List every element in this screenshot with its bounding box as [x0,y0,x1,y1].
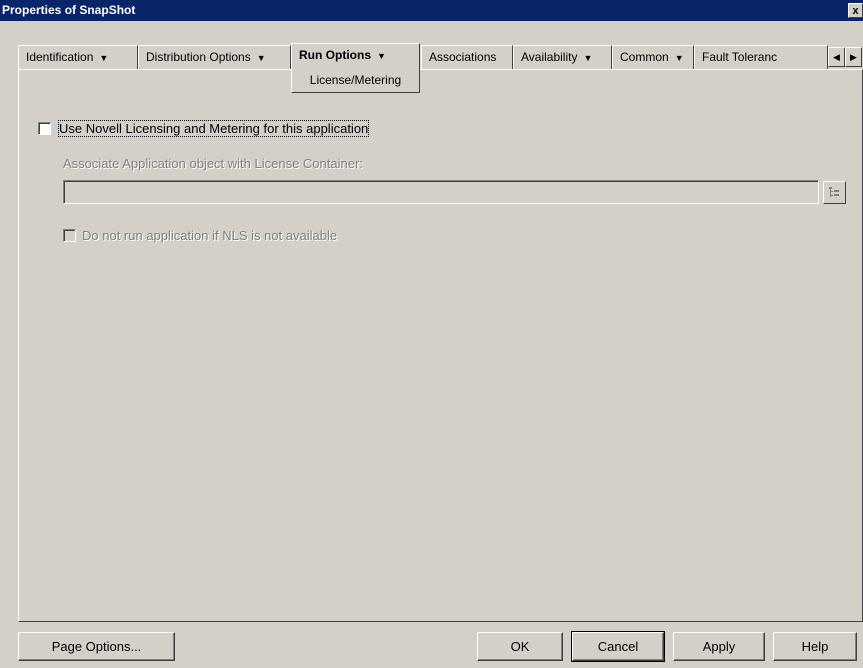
chevron-down-icon: ▼ [583,53,593,63]
tab-label: Distribution Options [146,50,251,64]
tab-fault-tolerance[interactable]: Fault Toleranc [694,45,828,69]
property-page-panel [18,69,863,622]
do-not-run-checkbox[interactable] [63,229,76,242]
help-button[interactable]: Help [773,632,857,661]
page-options-button[interactable]: Page Options... [18,632,175,661]
tree-browse-icon [829,187,839,197]
tab-label: Fault Toleranc [702,50,778,64]
ok-button[interactable]: OK [477,632,563,661]
tab-scroll-buttons: ◀ ▶ [828,47,862,67]
subtab-license-metering[interactable]: License/Metering [291,69,420,93]
tab-distribution-options[interactable]: Distribution Options ▼ [138,45,291,69]
browse-button[interactable] [823,181,846,204]
use-licensing-label[interactable]: Use Novell Licensing and Metering for th… [57,120,370,137]
tab-label: Identification [26,50,94,64]
cancel-button[interactable]: Cancel [571,631,665,662]
close-button[interactable]: x [848,3,863,18]
tab-scroll-right-button[interactable]: ▶ [845,47,862,67]
tab-label: Associations [429,50,497,64]
tab-identification[interactable]: Identification ▼ [18,45,138,69]
chevron-down-icon: ▼ [256,53,266,63]
license-container-field[interactable] [63,180,819,204]
tab-label: Common [620,50,669,64]
tab-run-options[interactable]: Run Options ▼ [291,43,420,69]
tab-common[interactable]: Common ▼ [612,45,694,69]
tab-strip: Identification ▼ Distribution Options ▼ Ru… [18,43,863,69]
use-licensing-checkbox[interactable] [38,122,51,135]
tab-associations[interactable]: Associations [421,45,513,69]
do-not-run-label: Do not run application if NLS is not ava… [82,228,338,243]
chevron-down-icon: ▼ [377,51,386,61]
chevron-down-icon: ▼ [674,53,684,63]
chevron-down-icon: ▼ [99,53,109,63]
window-title: Properties of SnapShot [2,3,136,17]
tab-label: Run Options [299,48,371,62]
apply-button[interactable]: Apply [673,632,765,661]
title-bar: Properties of SnapShot x [0,0,863,21]
tab-scroll-left-button[interactable]: ◀ [828,47,845,67]
associate-container-label: Associate Application object with Licens… [63,156,363,171]
tab-label: Availability [521,50,578,64]
tab-availability[interactable]: Availability ▼ [513,45,612,69]
